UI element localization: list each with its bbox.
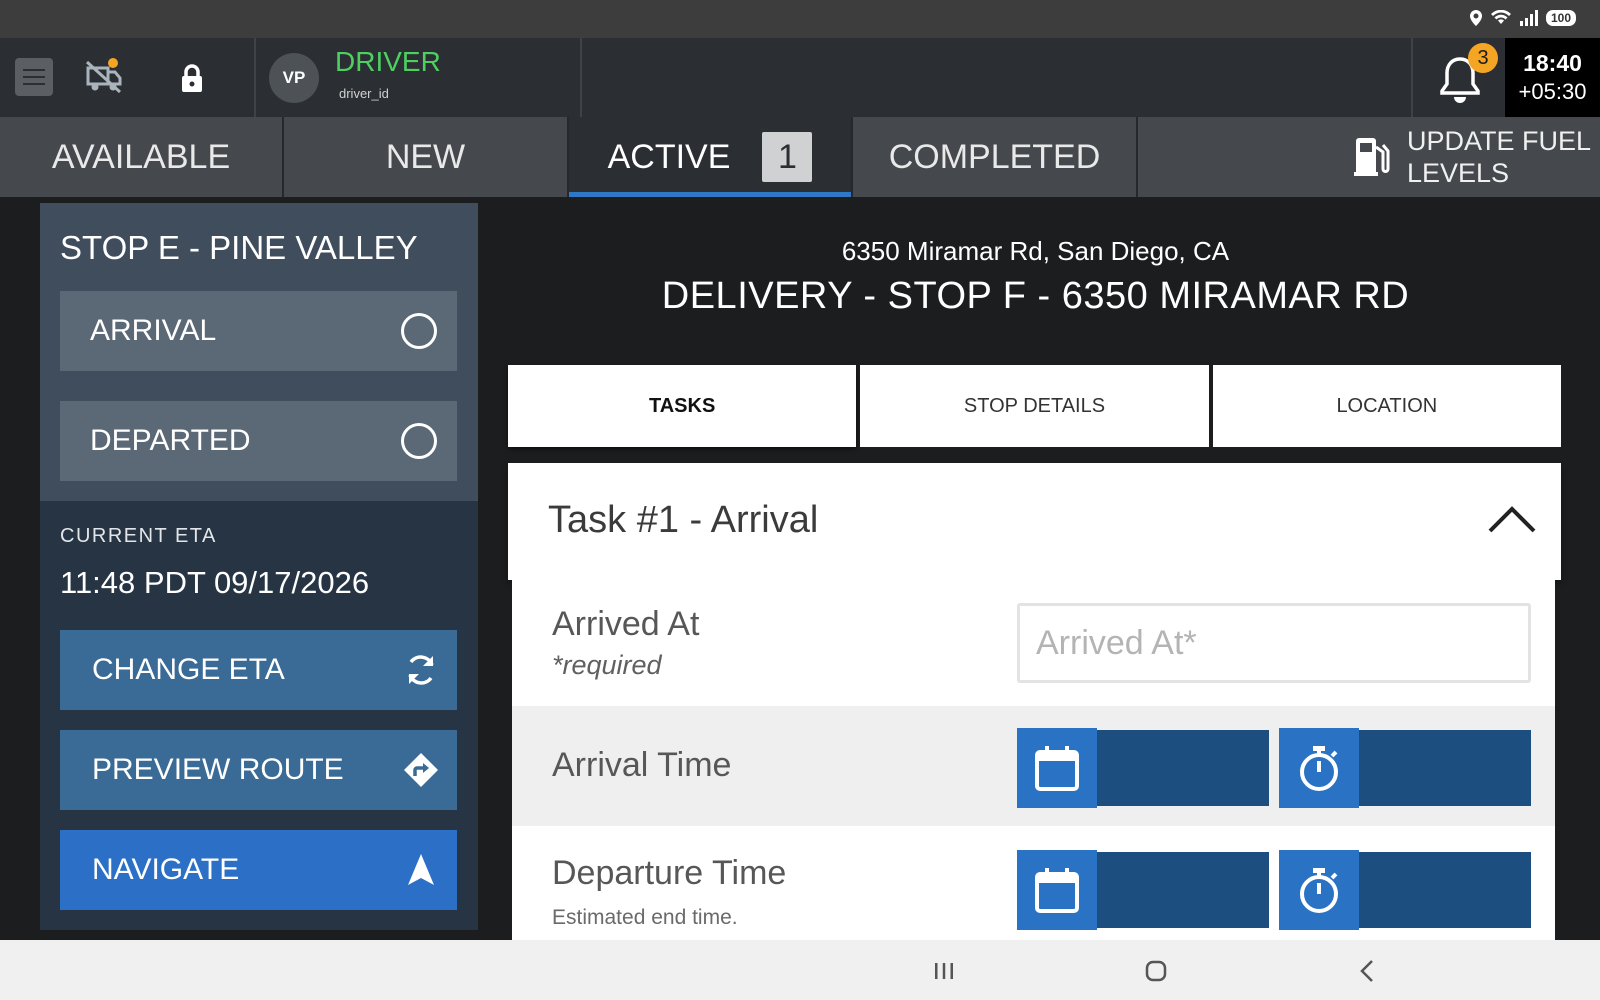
departed-label: DEPARTED bbox=[90, 424, 251, 457]
departure-date-picker[interactable] bbox=[1017, 850, 1269, 930]
app-header: VP DRIVER driver_id 3 18:40 +05:30 bbox=[0, 38, 1600, 117]
navigation-arrow-icon bbox=[408, 854, 434, 885]
fuel-label-line1: UPDATE FUEL bbox=[1407, 126, 1592, 156]
departure-time-row: Departure Time Estimated end time. bbox=[512, 826, 1555, 940]
back-icon[interactable] bbox=[1354, 957, 1382, 985]
clock-timezone: +05:30 bbox=[1518, 79, 1587, 104]
recent-apps-icon[interactable] bbox=[930, 957, 958, 985]
tab-active[interactable]: ACTIVE 1 bbox=[569, 117, 853, 197]
navigate-label: NAVIGATE bbox=[92, 853, 240, 886]
arrival-radio-icon bbox=[401, 313, 437, 349]
current-eta-value: 11:48 PDT 09/17/2026 bbox=[60, 565, 370, 600]
departed-radio-icon bbox=[401, 423, 437, 459]
departure-time-hint: Estimated end time. bbox=[552, 906, 738, 929]
notification-badge: 3 bbox=[1468, 43, 1498, 73]
arrival-button[interactable]: ARRIVAL bbox=[60, 291, 457, 371]
task-header[interactable]: Task #1 - Arrival bbox=[508, 463, 1561, 580]
driver-id: driver_id bbox=[339, 86, 389, 101]
subtab-location[interactable]: LOCATION bbox=[1212, 365, 1561, 447]
arrival-time-label: Arrival Time bbox=[552, 746, 732, 784]
home-icon[interactable] bbox=[1142, 957, 1170, 985]
tab-active-label: ACTIVE bbox=[607, 137, 731, 176]
departure-time-label: Departure Time bbox=[552, 854, 787, 892]
arrival-date-button[interactable] bbox=[1017, 728, 1097, 808]
departure-date-button[interactable] bbox=[1017, 850, 1097, 930]
stop-status-section: STOP E - PINE VALLEY ARRIVAL DEPARTED bbox=[40, 203, 478, 501]
delivery-stop-heading: DELIVERY - STOP F - 6350 MIRAMAR RD bbox=[661, 275, 1410, 317]
tab-available[interactable]: AVAILABLE bbox=[0, 117, 284, 197]
delivery-address: 6350 Miramar Rd, San Diego, CA bbox=[841, 236, 1230, 266]
change-eta-button[interactable]: CHANGE ETA bbox=[60, 630, 457, 710]
current-stop-panel: STOP E - PINE VALLEY ARRIVAL DEPARTED CU… bbox=[40, 203, 478, 930]
subtab-tasks[interactable]: TASKS bbox=[508, 365, 857, 447]
signal-icon bbox=[1519, 10, 1538, 26]
location-icon bbox=[1469, 10, 1482, 26]
clock-time: 18:40 bbox=[1523, 50, 1582, 76]
arrival-time-button[interactable] bbox=[1279, 728, 1359, 808]
tab-new[interactable]: NEW bbox=[284, 117, 569, 197]
menu-button[interactable] bbox=[15, 58, 53, 96]
header-divider bbox=[580, 38, 582, 117]
preview-route-button[interactable]: PREVIEW ROUTE bbox=[60, 730, 457, 810]
stopwatch-icon bbox=[1300, 746, 1338, 791]
task-title: Task #1 - Arrival bbox=[548, 499, 819, 541]
clock: 18:40 +05:30 bbox=[1505, 38, 1600, 117]
arrived-at-required: *required bbox=[552, 650, 662, 680]
system-navigation-bar bbox=[0, 940, 1600, 1000]
arrival-label: ARRIVAL bbox=[90, 314, 217, 347]
arrived-at-input[interactable] bbox=[1017, 603, 1531, 683]
task-form: Arrived At *required Arrival Time bbox=[512, 580, 1555, 940]
chevron-up-icon[interactable] bbox=[1487, 503, 1537, 535]
wifi-icon bbox=[1490, 10, 1511, 24]
tab-active-count: 1 bbox=[762, 132, 813, 182]
arrived-at-label: Arrived At bbox=[552, 605, 700, 643]
calendar-icon bbox=[1035, 746, 1079, 791]
battery-level: 100 bbox=[1545, 10, 1576, 26]
departed-button[interactable]: DEPARTED bbox=[60, 401, 457, 481]
departure-time-picker[interactable] bbox=[1279, 850, 1531, 930]
header-divider bbox=[1411, 38, 1413, 117]
truck-offline-icon[interactable] bbox=[84, 56, 124, 96]
refresh-icon bbox=[408, 655, 434, 685]
preview-route-label: PREVIEW ROUTE bbox=[92, 753, 344, 786]
fuel-pump-icon bbox=[1354, 138, 1390, 176]
status-icons: 100 bbox=[1469, 10, 1576, 26]
calendar-icon bbox=[1035, 868, 1079, 913]
header-divider bbox=[254, 38, 256, 117]
arrival-time-picker[interactable] bbox=[1279, 728, 1531, 808]
arrived-at-row: Arrived At *required bbox=[512, 580, 1555, 706]
avatar[interactable]: VP bbox=[269, 53, 319, 103]
departure-time-button[interactable] bbox=[1279, 850, 1359, 930]
navigate-button[interactable]: NAVIGATE bbox=[60, 830, 457, 910]
arrival-date-picker[interactable] bbox=[1017, 728, 1269, 808]
stopwatch-icon bbox=[1300, 868, 1338, 913]
fuel-label-line2: LEVELS bbox=[1407, 158, 1510, 188]
stop-subtabs: TASKS STOP DETAILS LOCATION bbox=[508, 365, 1561, 447]
system-status-bar: 100 bbox=[0, 0, 1600, 38]
tab-completed[interactable]: COMPLETED bbox=[853, 117, 1138, 197]
arrival-time-row: Arrival Time bbox=[512, 706, 1555, 826]
route-diamond-icon bbox=[404, 753, 438, 787]
subtab-stop-details[interactable]: STOP DETAILS bbox=[860, 365, 1209, 447]
update-fuel-button[interactable]: UPDATE FUEL LEVELS bbox=[1138, 117, 1600, 197]
load-tabs: AVAILABLE NEW ACTIVE 1 COMPLETED UPDATE … bbox=[0, 117, 1600, 197]
lock-icon[interactable] bbox=[178, 63, 206, 93]
current-stop-title: STOP E - PINE VALLEY bbox=[60, 229, 418, 266]
current-eta-label: CURRENT ETA bbox=[60, 525, 217, 547]
user-role: DRIVER bbox=[335, 46, 441, 77]
change-eta-label: CHANGE ETA bbox=[92, 653, 285, 686]
